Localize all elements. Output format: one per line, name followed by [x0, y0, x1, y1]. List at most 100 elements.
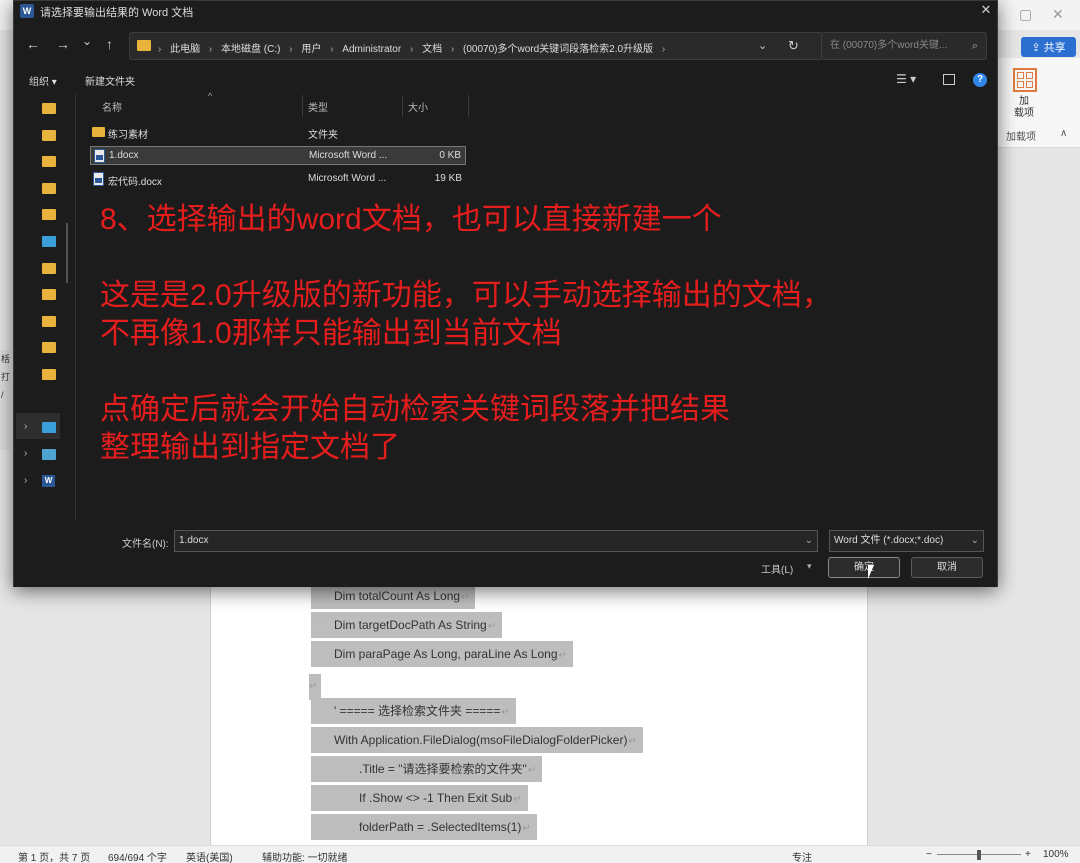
- new-folder-button[interactable]: 新建文件夹: [85, 73, 135, 88]
- chevron-down-icon[interactable]: ⌄: [758, 39, 767, 52]
- annotation-line: [100, 353, 832, 391]
- maximize-icon[interactable]: ▢: [1019, 6, 1032, 23]
- paragraph-mark: ↵: [501, 707, 510, 718]
- organize-button[interactable]: 组织 ▾: [29, 73, 57, 88]
- dialog-title: 请选择要输出结果的 Word 文档: [40, 7, 194, 19]
- save-file-dialog: W 请选择要输出结果的 Word 文档 ✕ ← → ⌄ ↑ › 此电脑 › 本地…: [13, 0, 998, 587]
- addins-button-label[interactable]: 加 载项: [1008, 96, 1040, 120]
- folder-icon[interactable]: [42, 316, 56, 327]
- zoom-level[interactable]: 100%: [1043, 849, 1069, 860]
- this-pc-icon[interactable]: [42, 422, 56, 433]
- column-divider[interactable]: [302, 95, 303, 117]
- folder-icon[interactable]: [42, 289, 56, 300]
- accessibility-status[interactable]: 辅助功能: 一切就绪: [262, 849, 348, 863]
- column-header-size[interactable]: 大小: [408, 99, 428, 114]
- code-line[interactable]: If .Show <> -1 Then Exit Sub↵: [311, 785, 528, 811]
- breadcrumb-separator: ›: [158, 44, 162, 55]
- view-options-icon[interactable]: ☰ ▾: [896, 72, 916, 86]
- addins-icon[interactable]: [1013, 68, 1037, 92]
- network-icon[interactable]: [42, 449, 56, 460]
- breadcrumb-separator: ›: [661, 44, 666, 55]
- page-count[interactable]: 第 1 页，共 7 页: [18, 849, 90, 863]
- forward-arrow-icon[interactable]: →: [56, 36, 70, 52]
- share-icon: ⇪: [1031, 41, 1041, 54]
- focus-mode-button[interactable]: 专注: [792, 849, 812, 863]
- breadcrumb-item[interactable]: 用户: [301, 44, 321, 55]
- search-icon[interactable]: ⌕: [972, 33, 978, 59]
- left-strip-char: 打: [1, 372, 11, 382]
- zoom-in-button[interactable]: +: [1025, 849, 1031, 860]
- folder-icon[interactable]: [42, 369, 56, 380]
- up-arrow-icon[interactable]: ↑: [106, 36, 113, 52]
- chevron-down-icon[interactable]: ⌄: [805, 531, 813, 551]
- breadcrumb-item[interactable]: (00070)多个word关键词段落检索2.0升级版: [463, 44, 653, 55]
- code-line[interactable]: folderPath = .SelectedItems(1)↵: [311, 814, 537, 840]
- breadcrumb-separator: ›: [289, 44, 293, 55]
- chevron-right-icon[interactable]: ›: [24, 448, 27, 459]
- code-line[interactable]: Dim paraPage As Long, paraLine As Long↵: [311, 641, 573, 667]
- paragraph-mark: ↵: [527, 765, 537, 776]
- file-size: 19 KB: [434, 173, 462, 184]
- tools-dropdown-icon[interactable]: ▾: [807, 561, 812, 572]
- left-strip-char: 栝: [1, 354, 11, 364]
- folder-icon[interactable]: [42, 183, 56, 194]
- list-item[interactable]: 1.docx Microsoft Word ... 0 KB: [90, 146, 466, 165]
- breadcrumb[interactable]: › 此电脑 › 本地磁盘 (C:) › 用户 › Administrator ›…: [158, 40, 671, 55]
- chevron-down-icon[interactable]: ⌄: [971, 531, 979, 551]
- list-item[interactable]: 宏代码.docx Microsoft Word ... 19 KB: [90, 170, 466, 189]
- folder-icon[interactable]: [42, 263, 56, 274]
- code-text: Dim paraPage As Long, paraLine As Long: [334, 647, 558, 661]
- word-count[interactable]: 694/694 个字: [108, 849, 167, 863]
- breadcrumb-item[interactable]: 此电脑: [170, 44, 200, 55]
- cancel-button[interactable]: 取消: [911, 557, 983, 578]
- refresh-icon[interactable]: ↻: [788, 38, 799, 54]
- file-type: 文件夹: [308, 130, 338, 141]
- column-header-name[interactable]: 名称: [102, 99, 122, 114]
- code-line[interactable]: ' ===== 选择检索文件夹 =====↵: [311, 698, 516, 724]
- back-arrow-icon[interactable]: ←: [26, 36, 40, 52]
- close-icon[interactable]: ✕: [1052, 6, 1064, 23]
- breadcrumb-separator: ›: [450, 44, 455, 55]
- folder-icon[interactable]: [42, 209, 56, 220]
- folder-icon[interactable]: [42, 103, 56, 114]
- preview-pane-icon[interactable]: [943, 74, 955, 85]
- close-icon[interactable]: ✕: [976, 1, 996, 19]
- filename-field[interactable]: 1.docx ⌄: [174, 530, 818, 552]
- file-type-filter[interactable]: Word 文件 (*.docx;*.doc) ⌄: [829, 530, 984, 552]
- code-line[interactable]: Dim targetDocPath As String↵: [311, 612, 503, 638]
- chevron-right-icon[interactable]: ›: [24, 421, 27, 432]
- folder-icon[interactable]: [42, 342, 56, 353]
- address-bar[interactable]: › 此电脑 › 本地磁盘 (C:) › 用户 › Administrator ›…: [129, 32, 823, 60]
- filename-value: 1.docx: [179, 535, 209, 546]
- code-line[interactable]: .Title = "请选择要检索的文件夹"↵: [311, 756, 543, 782]
- ok-button[interactable]: 确定: [828, 557, 900, 578]
- code-line[interactable]: With Application.FileDialog(msoFileDialo…: [311, 727, 643, 753]
- column-divider[interactable]: [402, 95, 403, 117]
- word-doc-icon: [93, 172, 104, 186]
- list-item[interactable]: 练习素材 文件夹: [90, 123, 466, 142]
- column-header-type[interactable]: 类型: [308, 99, 328, 114]
- document-page[interactable]: Dim totalCount As Long↵ Dim targetDocPat…: [210, 583, 868, 846]
- search-input[interactable]: 在 (00070)多个word关键... ⌕: [821, 32, 987, 60]
- help-icon[interactable]: ?: [973, 73, 987, 87]
- navigation-bar: ← → ⌄ ↑ › 此电脑 › 本地磁盘 (C:) › 用户 › Adminis…: [14, 27, 997, 65]
- scrollbar[interactable]: [66, 223, 68, 283]
- folder-icon[interactable]: [42, 156, 56, 167]
- breadcrumb-item[interactable]: Administrator: [342, 44, 401, 55]
- zoom-slider-thumb[interactable]: [977, 850, 981, 860]
- zoom-out-button[interactable]: −: [926, 849, 932, 860]
- filter-value: Word 文件 (*.docx;*.doc): [834, 535, 944, 546]
- tools-button[interactable]: 工具(L): [761, 561, 793, 576]
- recent-locations-icon[interactable]: ⌄: [82, 34, 92, 48]
- column-divider[interactable]: [468, 95, 469, 117]
- folder-icon[interactable]: [42, 130, 56, 141]
- chevron-right-icon[interactable]: ›: [24, 475, 27, 486]
- desktop-icon[interactable]: [42, 236, 56, 247]
- word-icon[interactable]: W: [42, 475, 55, 487]
- collapse-ribbon-icon[interactable]: ∧: [1060, 128, 1067, 139]
- empty-paragraph[interactable]: ↵: [309, 674, 321, 700]
- breadcrumb-item[interactable]: 文档: [422, 44, 442, 55]
- breadcrumb-item[interactable]: 本地磁盘 (C:): [221, 44, 280, 55]
- share-button[interactable]: ⇪ 共享: [1021, 37, 1076, 57]
- language-indicator[interactable]: 英语(美国): [186, 849, 233, 863]
